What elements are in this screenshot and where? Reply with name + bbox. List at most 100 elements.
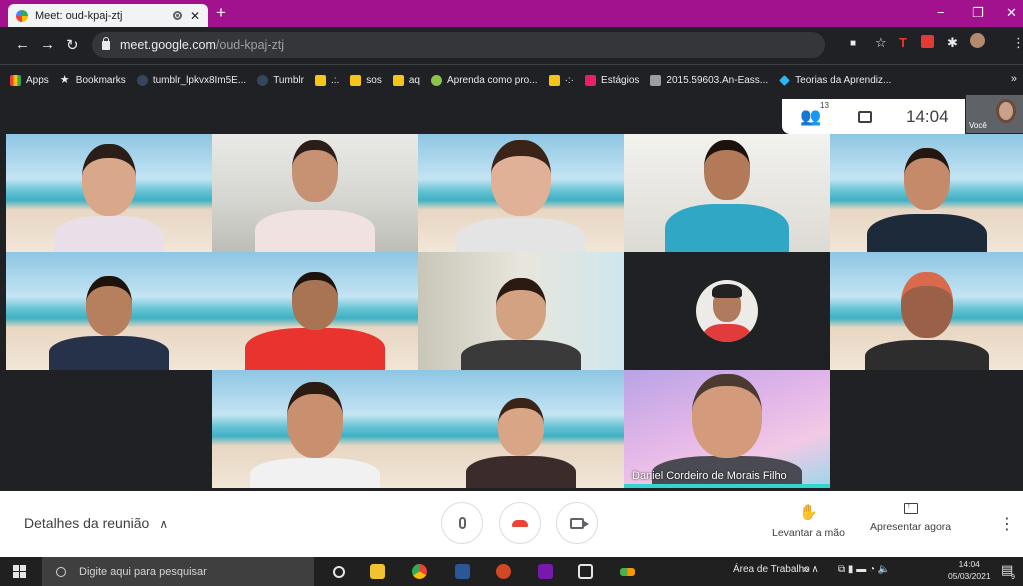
desktop-toolbar-label[interactable]: Área de Trabalho (733, 564, 810, 575)
system-time: 14:04 (958, 559, 980, 569)
word-icon[interactable] (455, 564, 470, 579)
active-speaker-tile[interactable]: Daniel Cordeiro de Morais Filho (624, 370, 830, 488)
participant-tile[interactable] (212, 370, 418, 488)
address-bar[interactable]: meet.google.com /oud-kpaj-ztj (92, 32, 825, 58)
leave-call-button[interactable] (499, 502, 541, 544)
bookmark-label: Tumblr (273, 74, 304, 86)
present-now-button[interactable]: Apresentar agora (870, 500, 952, 533)
participant-count: 13 (820, 100, 829, 110)
diamond-icon (779, 74, 791, 86)
close-window-button[interactable]: ✕ (1006, 5, 1017, 21)
participant-tile[interactable] (830, 252, 1023, 370)
bookmark-estagios[interactable]: Estágios (585, 74, 639, 86)
camera-button[interactable] (556, 502, 598, 544)
browser-toolbar: ← → ↻ meet.google.com /oud-kpaj-ztj (0, 27, 1023, 65)
taskbar-search[interactable]: Digite aqui para pesquisar (42, 557, 314, 586)
chart-app-icon[interactable] (620, 568, 635, 576)
chrome-icon[interactable] (412, 564, 427, 579)
participant-tile[interactable] (830, 134, 1023, 252)
participant-body (866, 214, 987, 252)
bookmark-document[interactable]: 2015.59603.An-Eass... (650, 74, 768, 86)
star-icon[interactable]: ☆ (875, 35, 887, 51)
cortana-icon[interactable] (333, 566, 345, 578)
bookmarks-overflow-icon[interactable]: » (1011, 73, 1017, 85)
tab-strip: Meet: oud-kpaj-ztj ✕ + − ❐ ✕ (0, 0, 1023, 27)
bookmark-label: Bookmarks (75, 74, 126, 86)
raise-hand-label: Levantar a mão (772, 527, 845, 539)
close-tab-icon[interactable]: ✕ (190, 9, 200, 23)
bookmark-tumblr[interactable]: Tumblr (257, 74, 304, 86)
raise-hand-button[interactable]: ✋ Levantar a mão (772, 503, 845, 539)
participant-body (245, 328, 385, 370)
people-button[interactable]: 👥 13 (800, 101, 832, 127)
file-explorer-icon[interactable] (370, 564, 385, 579)
chat-icon[interactable] (858, 110, 872, 123)
extension-calendar-icon[interactable] (921, 35, 934, 48)
profile-avatar[interactable] (970, 33, 985, 48)
participant-tile[interactable] (6, 134, 212, 252)
participant-tile[interactable] (624, 134, 830, 252)
bookmark-bookmarks[interactable]: ★ Bookmarks (60, 74, 126, 86)
bookmark-teorias[interactable]: Teorias da Aprendiz... (779, 75, 891, 86)
bookmark-folder-sos[interactable]: sos (350, 74, 382, 86)
participant-body (250, 458, 380, 488)
meeting-controls: Detalhes da reunião ∧ ✋ Levantar a mão Ap… (0, 491, 1023, 557)
self-view-tile[interactable]: Você (966, 95, 1023, 133)
participant-tile[interactable] (6, 252, 212, 370)
bookmark-aprenda[interactable]: Aprenda como pro... (430, 74, 538, 86)
bookmark-label: .:. (330, 74, 340, 86)
chevron-up-icon: ∧ (159, 517, 169, 531)
system-tray-icons[interactable]: ⧉ ▮ ▬ ◔ 🔈 (838, 564, 890, 575)
app-icon[interactable] (578, 564, 593, 579)
more-options-icon[interactable]: ⋮ (999, 514, 1015, 534)
onenote-icon[interactable] (538, 564, 553, 579)
powerpoint-icon[interactable] (496, 564, 511, 579)
browser-tab[interactable]: Meet: oud-kpaj-ztj ✕ (8, 4, 208, 27)
bookmark-label: ·:· (564, 74, 575, 86)
camera-icon (570, 517, 589, 529)
camera-indicator-icon[interactable]: ■ (850, 38, 856, 49)
lock-icon (102, 36, 110, 50)
present-now-label: Apresentar agora (870, 521, 952, 533)
bookmark-folder-aq[interactable]: aq (392, 74, 420, 86)
participant-tile[interactable] (418, 252, 624, 370)
extension-tp-icon[interactable]: T (899, 35, 907, 50)
people-icon: 👥 (800, 106, 822, 126)
bookmark-folder[interactable]: .:. (314, 74, 340, 86)
participant-head (900, 272, 953, 338)
microphone-button[interactable] (441, 502, 483, 544)
bookmark-apps[interactable]: Apps (10, 74, 49, 86)
participant-tile[interactable] (418, 134, 624, 252)
folder-icon (350, 74, 362, 86)
participant-tile[interactable] (212, 252, 418, 370)
reload-icon[interactable]: ↻ (66, 36, 79, 54)
system-clock[interactable]: 14:04 05/03/2021 (948, 558, 991, 582)
participant-head (692, 374, 762, 458)
participant-head (498, 398, 544, 456)
bookmark-label: Teorias da Aprendiz... (795, 74, 892, 86)
bookmark-tumblr-post[interactable]: tumblr_lpkvx8Im5E... (136, 74, 246, 86)
bookmark-label: Apps (26, 74, 49, 86)
search-placeholder: Digite aqui para pesquisar (79, 565, 207, 578)
participant-tile[interactable] (624, 252, 830, 370)
participant-tile[interactable] (418, 370, 624, 488)
participant-tile[interactable] (212, 134, 418, 252)
browser-menu-icon[interactable]: ⋮ (1012, 35, 1023, 51)
participant-body (461, 340, 581, 370)
avatar-hair (712, 284, 742, 298)
overflow-chevron-icon[interactable]: » ∧ (803, 564, 819, 575)
recording-indicator-icon (172, 11, 182, 20)
bookmark-folder-dots[interactable]: ·:· (548, 74, 575, 86)
maximize-button[interactable]: ❐ (972, 5, 984, 21)
back-arrow-icon[interactable]: ← (15, 36, 30, 53)
forward-arrow-icon[interactable]: → (40, 36, 55, 53)
speaker-name: Daniel Cordeiro de Morais Filho (632, 470, 787, 482)
windows-start-icon[interactable] (13, 565, 26, 578)
microphone-icon (458, 517, 466, 529)
tumblr-icon (136, 74, 148, 86)
minimize-button[interactable]: − (937, 5, 945, 20)
meeting-details-button[interactable]: Detalhes da reunião ∧ (24, 515, 168, 531)
notification-count: 9 (1011, 574, 1015, 581)
new-tab-button[interactable]: + (216, 4, 226, 22)
extensions-puzzle-icon[interactable]: ✱ (947, 35, 958, 51)
